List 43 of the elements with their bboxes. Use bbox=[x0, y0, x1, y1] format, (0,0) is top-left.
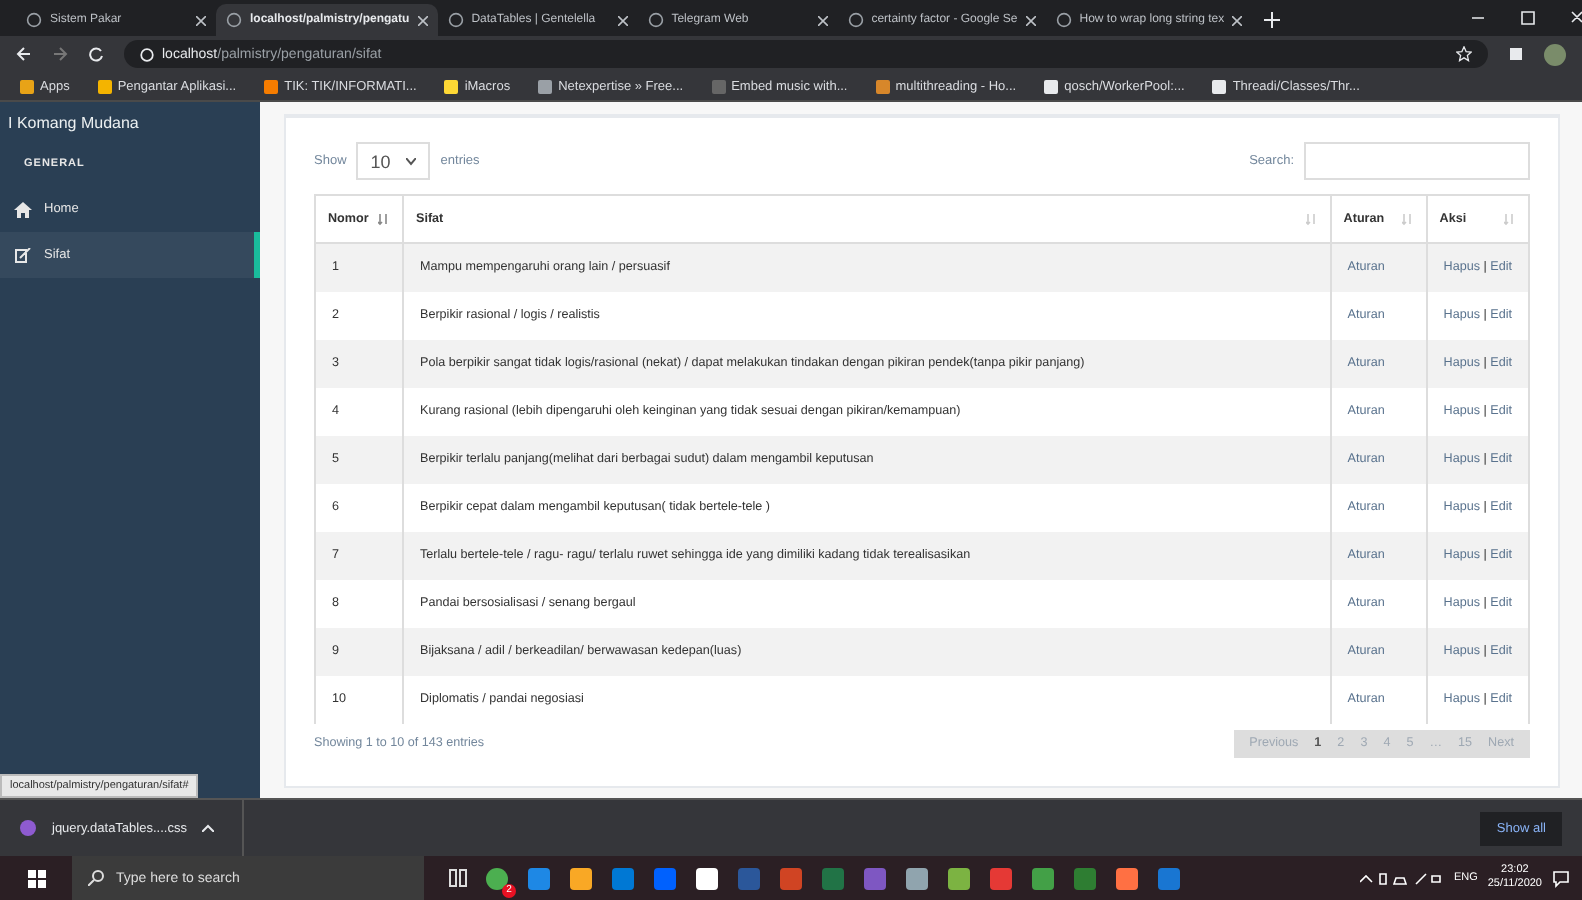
sort-icon bbox=[1504, 212, 1516, 226]
caret-icon bbox=[406, 157, 417, 165]
app-icon[interactable] bbox=[904, 865, 930, 891]
close-icon[interactable] bbox=[196, 15, 206, 25]
close-icon[interactable] bbox=[817, 15, 828, 25]
bookmark-icon bbox=[538, 79, 553, 93]
notification-icon[interactable] bbox=[1552, 869, 1570, 887]
search-field[interactable] bbox=[1304, 142, 1530, 180]
sort-icon bbox=[1305, 212, 1318, 226]
close-icon[interactable] bbox=[617, 15, 628, 25]
bookmark-icon bbox=[711, 79, 726, 93]
task-view-icon[interactable] bbox=[448, 868, 468, 888]
search-icon bbox=[88, 870, 104, 886]
bookmark-icon bbox=[444, 79, 459, 93]
sort-icon bbox=[378, 212, 390, 226]
caret-icon bbox=[202, 824, 215, 832]
bookmark-icon bbox=[875, 79, 890, 93]
profile-avatar-icon[interactable] bbox=[1544, 43, 1566, 65]
bookmark-icon bbox=[1212, 79, 1227, 93]
length-select[interactable]: 10 bbox=[356, 142, 431, 180]
windows-start-icon[interactable] bbox=[27, 869, 45, 887]
star-icon[interactable] bbox=[1456, 46, 1472, 62]
bookmark-icon bbox=[97, 79, 112, 93]
chat-app-icon[interactable] bbox=[484, 865, 510, 891]
new-tab-icon[interactable] bbox=[1264, 12, 1281, 28]
home-icon bbox=[14, 201, 32, 217]
close-icon[interactable] bbox=[1025, 15, 1036, 25]
user-name: I Komang Mudana bbox=[6, 112, 141, 136]
back-icon[interactable] bbox=[16, 46, 32, 62]
forward-icon[interactable] bbox=[52, 46, 68, 62]
edit-icon bbox=[14, 247, 32, 263]
close-icon[interactable] bbox=[1232, 15, 1243, 25]
app-icon[interactable] bbox=[946, 865, 972, 891]
info-icon bbox=[140, 47, 154, 61]
app-icon[interactable] bbox=[694, 865, 720, 891]
reload-icon[interactable] bbox=[88, 46, 104, 62]
sort-icon bbox=[1401, 212, 1414, 226]
tray-icons[interactable] bbox=[1359, 871, 1444, 885]
window-controls-icon[interactable] bbox=[1472, 10, 1582, 26]
bookmark-icon bbox=[1044, 79, 1059, 93]
bookmark-icon bbox=[20, 79, 34, 93]
close-icon[interactable] bbox=[417, 15, 428, 25]
bookmark-icon bbox=[264, 79, 279, 93]
